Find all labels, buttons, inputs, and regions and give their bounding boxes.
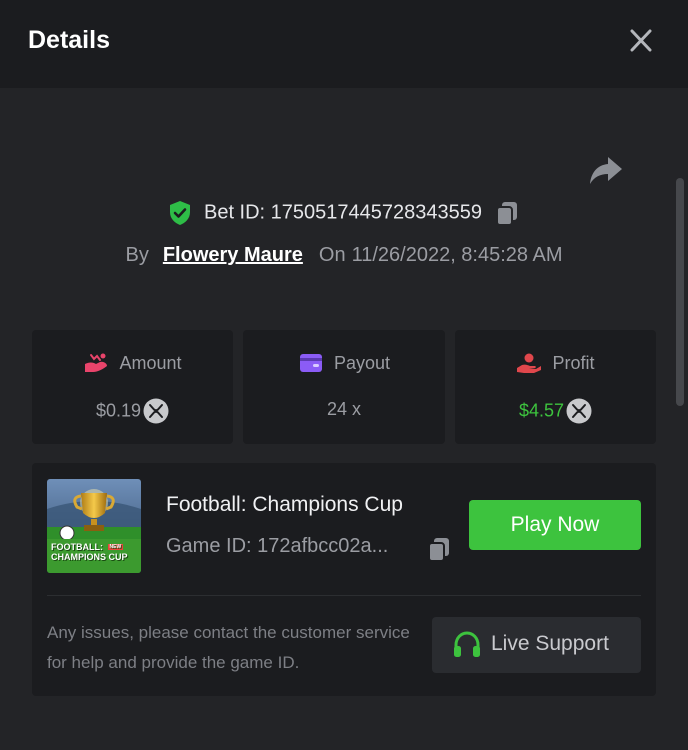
wallet-icon [298,352,324,374]
modal-title: Details [28,26,110,54]
profit-hand-icon [516,352,542,374]
thumb-badge: NEW [107,544,124,550]
support-help-text: Any issues, please contact the customer … [47,623,410,672]
money-bag-icon [83,352,109,374]
close-icon[interactable] [624,26,658,56]
xrp-coin-icon [566,398,592,424]
copy-game-id-icon[interactable] [426,536,452,562]
profit-label: Profit [552,352,595,373]
amount-value: $0.19 [95,400,142,421]
verified-shield-icon [168,200,192,226]
modal-header: Details [0,0,688,88]
payout-value: 24 x [326,398,362,419]
on-label: On [318,244,346,266]
divider [47,595,641,596]
play-now-button[interactable]: Play Now [469,500,641,550]
profit-value: $4.57 [518,400,565,421]
game-id: Game ID: 172afbcc02a... [166,535,389,557]
payout-label: Payout [333,352,391,373]
bet-date: 11/26/2022, 8:45:28 AM [351,244,563,266]
game-thumbnail[interactable]: FOOTBALL: NEW CHAMPIONS CUP [47,479,141,573]
copy-bet-id-icon[interactable] [494,200,520,226]
profit-card: Profit $4.57 [455,330,656,444]
game-card: FOOTBALL: NEW CHAMPIONS CUP Football: Ch… [32,463,656,696]
amount-label: Amount [119,352,182,373]
share-icon[interactable] [588,154,624,186]
xrp-coin-icon [143,398,169,424]
bet-id: Bet ID: 1750517445728343559 [203,201,483,224]
bet-meta-row: By Flowery Maure On 11/26/2022, 8:45:28 AM [0,244,688,267]
thumb-title-line2: CHAMPIONS CUP [51,552,128,562]
live-support-button[interactable]: Live Support [432,617,641,673]
payout-card: Payout 24 x [243,330,445,444]
thumb-title-line1: FOOTBALL: [51,542,103,552]
headphones-icon [452,630,482,660]
user-link[interactable]: Flowery Maure [163,244,303,266]
game-name: Football: Champions Cup [166,493,403,516]
by-label: By [125,244,149,266]
live-support-label: Live Support [491,632,609,655]
amount-card: Amount $0.19 [32,330,233,444]
bet-id-row: Bet ID: 1750517445728343559 [0,200,688,234]
